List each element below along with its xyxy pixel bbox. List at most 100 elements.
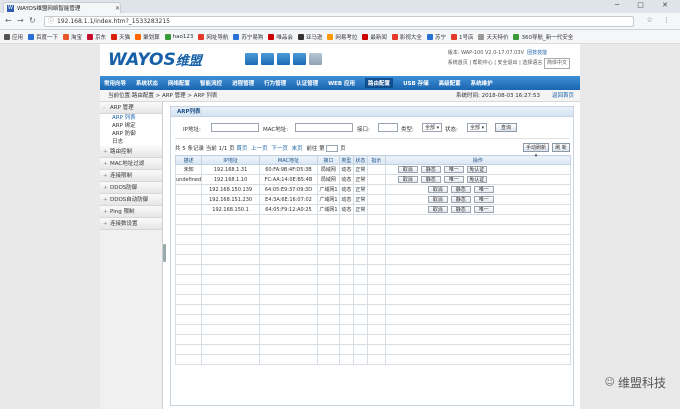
star-icon[interactable]: ☆ ⋮ <box>646 16 674 24</box>
back-icon[interactable]: ← <box>5 16 12 25</box>
forward-icon[interactable]: → <box>17 16 24 25</box>
menu-item[interactable]: WEB 应用 <box>328 79 355 87</box>
sidebar-group[interactable]: MAC地址过滤 <box>100 158 162 170</box>
op-button[interactable]: 取消 <box>397 176 418 183</box>
op-button[interactable]: 唯一 <box>473 196 494 203</box>
sidebar-subitem[interactable]: ARP 防御 <box>100 130 162 138</box>
home-link[interactable]: 返回首页 <box>552 90 574 102</box>
menu-item[interactable]: 系统维护 <box>471 79 493 87</box>
bookmark-item[interactable]: 影视大全 <box>391 33 422 41</box>
cell-empty <box>316 264 340 275</box>
bookmark-item[interactable]: 天猫 <box>111 33 130 41</box>
menu-item[interactable]: 网络配置 <box>168 79 190 87</box>
cell-empty <box>316 344 340 355</box>
bookmarks-bar: 应用 百度一下 淘宝 京东 天猫 聚划算 hao123 网址导航 苏宁易购 唯品会 亚马逊 网易考拉 最… <box>0 30 680 44</box>
bookmark-item[interactable]: 最新闻 <box>362 33 387 41</box>
menu-item[interactable]: 智能流控 <box>200 79 222 87</box>
cell-empty <box>259 344 318 355</box>
cell-empty <box>259 314 318 325</box>
language-select[interactable]: 简体中文 <box>543 58 570 69</box>
menu-item[interactable]: 常用向导 <box>104 79 126 87</box>
sidebar-group[interactable]: Ping 限制 <box>100 206 162 218</box>
port-input[interactable] <box>378 123 398 132</box>
sidebar-subitem[interactable]: ARP 列表 <box>100 114 162 122</box>
next-page-link[interactable]: 下一页 <box>271 146 288 152</box>
prev-page-link[interactable]: 上一页 <box>251 146 268 152</box>
bookmark-item[interactable]: 淘宝 <box>63 33 82 41</box>
op-button[interactable]: 取消 <box>427 196 448 203</box>
bookmark-item[interactable]: 京东 <box>87 33 106 41</box>
op-button[interactable]: 静态 <box>450 206 471 213</box>
menu-item[interactable]: USB 存储 <box>403 79 429 87</box>
cell-empty <box>366 284 386 295</box>
op-button[interactable]: 唯一 <box>473 206 494 213</box>
op-button[interactable]: 取消 <box>397 166 418 173</box>
bookmark-item[interactable]: 唯品会 <box>268 33 293 41</box>
mac-input[interactable] <box>295 123 353 132</box>
sidebar-group[interactable]: DDOS防御 <box>100 182 162 194</box>
op-button[interactable]: 静态 <box>450 186 471 193</box>
bookmark-item[interactable]: 聚划算 <box>135 33 160 41</box>
url-input[interactable]: ⓘ 192.168.1.1/index.htm?_1533283215 <box>44 16 634 27</box>
url-text: 192.168.1.1/index.htm?_1533283215 <box>57 18 170 25</box>
bookmark-item[interactable]: 苏宁易购 <box>233 33 263 41</box>
window-controls[interactable]: ─ □ ✕ <box>615 1 676 9</box>
sidebar-group[interactable]: 连接数设置 <box>100 218 162 230</box>
op-button[interactable]: 取消 <box>427 206 448 213</box>
cell-ops: 取消 静态 唯一 <box>384 194 572 205</box>
op-button[interactable]: 唯一 <box>443 176 464 183</box>
bookmark-item[interactable]: 360导航_新一代安全 <box>513 33 573 41</box>
sidebar-toggle[interactable] <box>163 244 166 262</box>
op-button[interactable]: 静态 <box>420 176 441 183</box>
menu-item[interactable]: 高级配置 <box>439 79 461 87</box>
cell-empty <box>259 264 318 275</box>
cell-ops: 取消 静态 唯一 <box>384 204 572 215</box>
sidebar-subitem[interactable]: 日志 <box>100 138 162 146</box>
bookmark-item[interactable]: hao123 <box>164 33 193 40</box>
ip-input[interactable] <box>211 123 259 132</box>
page-input[interactable] <box>326 145 339 152</box>
manual-refresh-select[interactable]: 手动刷新 ▾ <box>523 143 549 159</box>
status-select[interactable]: 全部 ▾ <box>467 123 487 132</box>
sidebar-subitem[interactable]: ARP 绑定 <box>100 122 162 130</box>
sidebar-group[interactable]: ARP 管理 <box>100 102 162 114</box>
info-icon: ⓘ <box>48 18 55 25</box>
bookmark-item[interactable]: 1号店 <box>450 33 473 41</box>
bookmark-item[interactable]: 应用 <box>4 33 23 41</box>
bookmark-item[interactable]: 苏宁 <box>426 33 446 41</box>
menu-item[interactable]: 进程管理 <box>232 79 254 87</box>
op-button[interactable]: 取消 <box>427 186 448 193</box>
bookmark-item[interactable]: 百度一下 <box>28 33 58 41</box>
menu-item[interactable]: 路由配置 <box>365 78 394 88</box>
type-select[interactable]: 全部 ▾ <box>422 123 442 132</box>
op-button[interactable]: 免认证 <box>466 176 487 183</box>
close-icon[interactable]: ✕ <box>115 5 120 12</box>
last-page-link[interactable]: 末页 <box>292 146 303 152</box>
query-button[interactable]: 查询 <box>495 123 517 132</box>
menu-item[interactable]: 认证管理 <box>296 79 318 87</box>
op-button[interactable]: 唯一 <box>443 166 464 173</box>
browser-tab[interactable]: W WAYOS维盟网络智能管理 ✕ <box>3 2 121 13</box>
op-button[interactable]: 免认证 <box>466 166 487 173</box>
op-button[interactable]: 静态 <box>420 166 441 173</box>
refresh-button[interactable]: 刷 新 <box>552 143 570 152</box>
menu-item[interactable]: 系统状态 <box>136 79 158 87</box>
tech-link[interactable]: 团技技能 <box>527 50 547 56</box>
bookmark-item[interactable]: 天天特价 <box>478 33 508 41</box>
header-links[interactable]: 系统首页 | 帮助中心 | 安全退出 | 选择语言 <box>448 60 543 66</box>
bookmark-item[interactable]: 网易考拉 <box>327 33 357 41</box>
bookmark-item[interactable]: 亚马逊 <box>297 33 322 41</box>
menu-item[interactable]: 行为管理 <box>264 79 286 87</box>
first-page-link[interactable]: 首页 <box>236 146 247 152</box>
sidebar-group[interactable]: 路由控制 <box>100 146 162 158</box>
bookmark-item[interactable]: 网址导航 <box>198 33 228 41</box>
cell-empty <box>384 254 572 265</box>
cell-empty <box>384 234 572 245</box>
op-button[interactable]: 唯一 <box>473 186 494 193</box>
bookmark-icon <box>63 33 70 40</box>
cell-empty <box>201 304 261 315</box>
sidebar-group[interactable]: 连接限制 <box>100 170 162 182</box>
sidebar-group[interactable]: DDOS自动防御 <box>100 194 162 206</box>
reload-icon[interactable]: ↻ <box>29 16 36 25</box>
op-button[interactable]: 静态 <box>450 196 471 203</box>
